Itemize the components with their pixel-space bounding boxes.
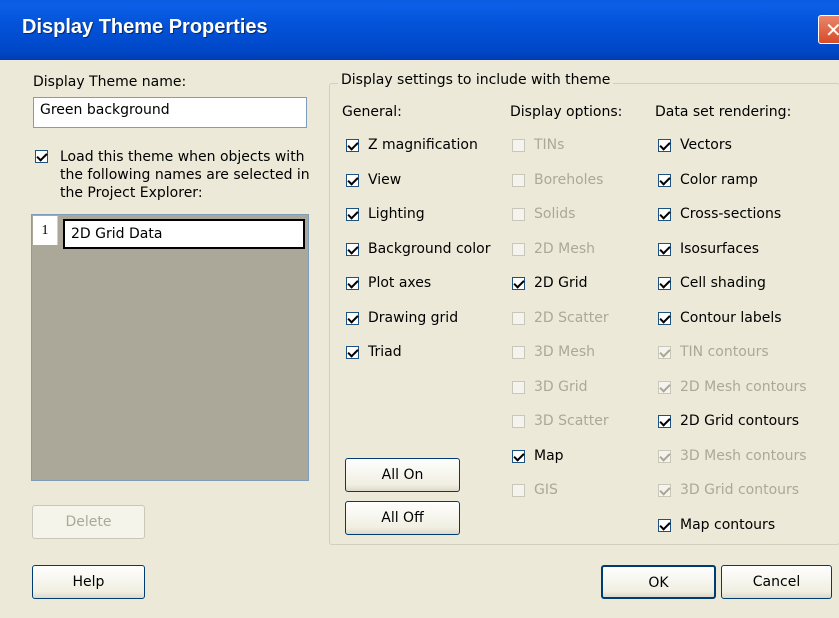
render-option-label: 3D Mesh contours — [680, 447, 807, 464]
theme-name-input[interactable]: Green background — [33, 97, 307, 128]
display-options-header: Display options: — [510, 104, 623, 120]
names-list[interactable]: 1 — [31, 214, 309, 481]
display-option-checkbox — [512, 415, 525, 428]
general-option-checkbox[interactable] — [346, 139, 359, 152]
render-option-label: Color ramp — [680, 171, 758, 188]
display-option-checkbox[interactable] — [512, 277, 525, 290]
all-off-button[interactable]: All Off — [345, 501, 460, 535]
display-option-checkbox — [512, 311, 525, 325]
render-option-label: TIN contours — [680, 344, 769, 360]
render-option-label: Cell shading — [680, 275, 766, 291]
theme-name-label: Display Theme name: — [33, 74, 187, 90]
render-option-label: 2D Grid contours — [680, 413, 800, 429]
display-option-checkbox — [512, 208, 525, 221]
display-option-checkbox — [512, 484, 525, 497]
render-option-label: Contour labels — [680, 309, 782, 326]
display-option-label: Map — [534, 447, 564, 464]
ok-button[interactable]: OK — [601, 565, 716, 599]
delete-button[interactable]: Delete — [32, 505, 145, 539]
name-cell[interactable]: 2D Grid Data — [63, 219, 305, 249]
general-option-label: Z magnification — [368, 137, 478, 153]
render-option-checkbox[interactable] — [658, 277, 671, 290]
general-option-label: Drawing grid — [368, 309, 459, 326]
general-option-checkbox[interactable] — [346, 173, 359, 187]
render-option-checkbox[interactable] — [658, 242, 671, 256]
display-option-checkbox — [512, 346, 525, 359]
display-option-label: GIS — [534, 482, 558, 498]
display-option-label: Boreholes — [534, 171, 604, 188]
general-option-label: Background color — [368, 240, 491, 257]
close-button[interactable]: ✕ — [818, 15, 839, 44]
render-option-checkbox[interactable] — [658, 415, 671, 428]
group-label: Display settings to include with theme — [338, 72, 614, 88]
render-option-checkbox — [658, 380, 671, 394]
display-option-label: Solids — [534, 206, 576, 222]
display-option-label: 2D Scatter — [534, 309, 609, 326]
display-option-label: 2D Grid — [534, 275, 588, 291]
display-option-label: 3D Scatter — [534, 413, 609, 429]
display-option-checkbox — [512, 139, 525, 152]
general-option-checkbox[interactable] — [346, 346, 359, 359]
render-option-label: 2D Mesh contours — [680, 378, 807, 395]
title-bar[interactable]: Display Theme Properties ✕ — [0, 0, 839, 60]
display-option-checkbox — [512, 173, 525, 187]
render-option-label: Isosurfaces — [680, 240, 760, 257]
close-icon: ✕ — [825, 18, 839, 42]
render-option-label: Vectors — [680, 137, 732, 153]
window-title: Display Theme Properties — [22, 16, 268, 38]
general-option-checkbox[interactable] — [346, 242, 359, 256]
load-theme-label-line: Load this theme when objects with — [60, 149, 305, 165]
render-option-checkbox — [658, 484, 671, 497]
render-option-checkbox[interactable] — [658, 173, 671, 187]
row-index: 1 — [33, 216, 58, 245]
help-button[interactable]: Help — [32, 565, 145, 599]
display-option-label: 2D Mesh — [534, 240, 595, 257]
display-option-checkbox — [512, 380, 525, 394]
general-option-checkbox[interactable] — [346, 208, 359, 221]
display-option-label: 3D Mesh — [534, 344, 595, 360]
general-option-checkbox[interactable] — [346, 311, 359, 325]
load-theme-checkbox[interactable] — [35, 150, 48, 163]
load-theme-label: Load this theme when objects with the fo… — [60, 148, 310, 202]
display-option-checkbox — [512, 242, 525, 256]
render-option-checkbox — [658, 346, 671, 359]
render-option-checkbox — [658, 449, 671, 463]
display-option-checkbox[interactable] — [512, 449, 525, 463]
general-option-label: Lighting — [368, 206, 425, 222]
display-option-label: TINs — [534, 137, 565, 153]
render-option-label: Cross-sections — [680, 206, 782, 222]
general-option-checkbox[interactable] — [346, 277, 359, 290]
general-header: General: — [342, 104, 402, 120]
render-option-label: Map contours — [680, 516, 776, 533]
render-option-checkbox[interactable] — [658, 311, 671, 325]
data-set-rendering-header: Data set rendering: — [655, 104, 792, 120]
load-theme-label-line: the Project Explorer: — [60, 185, 203, 201]
render-option-checkbox[interactable] — [658, 518, 671, 532]
display-option-label: 3D Grid — [534, 378, 588, 395]
general-option-label: Triad — [368, 344, 402, 360]
all-on-button[interactable]: All On — [345, 458, 460, 492]
cancel-button[interactable]: Cancel — [721, 565, 832, 599]
general-option-label: Plot axes — [368, 275, 432, 291]
render-option-checkbox[interactable] — [658, 139, 671, 152]
render-option-checkbox[interactable] — [658, 208, 671, 221]
load-theme-label-line: the following names are selected in — [60, 167, 310, 183]
render-option-label: 3D Grid contours — [680, 482, 800, 498]
general-option-label: View — [368, 171, 402, 188]
